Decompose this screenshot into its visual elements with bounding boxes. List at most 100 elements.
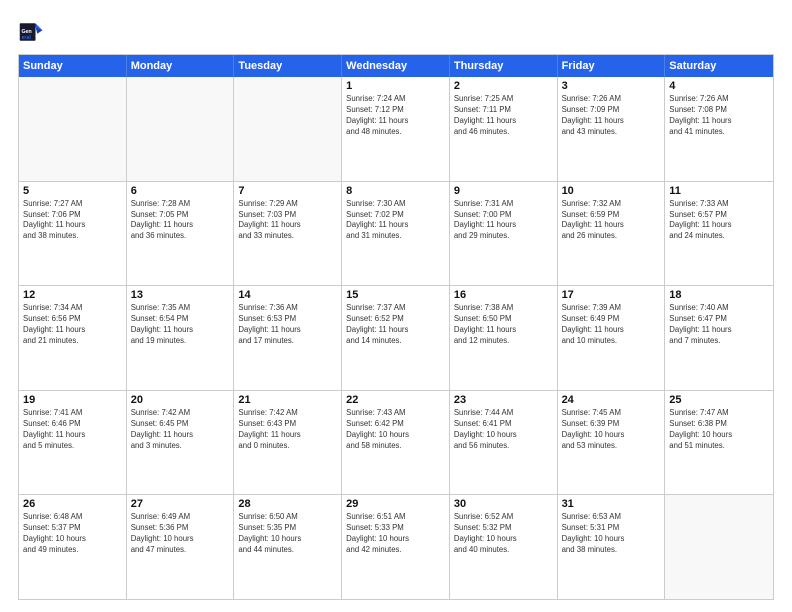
day-number: 2 bbox=[454, 80, 553, 92]
cal-cell: 21 Sunrise: 7:42 AM Sunset: 6:43 PM Dayli… bbox=[234, 391, 342, 495]
cal-cell: 17Sunrise: 7:39 AM Sunset: 6:49 PM Dayli… bbox=[558, 286, 666, 390]
cell-info: Sunrise: 7:29 AM Sunset: 7:03 PM Dayligh… bbox=[238, 199, 337, 243]
logo-icon: Gen eral bbox=[18, 18, 46, 46]
day-number: 24 bbox=[562, 394, 661, 406]
cal-cell: 25 Sunrise: 7:47 AM Sunset: 6:38 PM Dayli… bbox=[665, 391, 773, 495]
cell-info: Sunrise: 7:38 AM Sunset: 6:50 PM Dayligh… bbox=[454, 303, 553, 347]
header-day-tuesday: Tuesday bbox=[234, 55, 342, 77]
header-day-sunday: Sunday bbox=[19, 55, 127, 77]
cal-cell: 14 Sunrise: 7:36 AM Sunset: 6:53 PM Dayli… bbox=[234, 286, 342, 390]
cell-info: Sunrise: 6:50 AM Sunset: 5:35 PM Dayligh… bbox=[238, 512, 337, 556]
cal-cell: 16Sunrise: 7:38 AM Sunset: 6:50 PM Dayli… bbox=[450, 286, 558, 390]
day-number: 6 bbox=[131, 185, 230, 197]
logo: Gen eral bbox=[18, 18, 50, 46]
cell-info: Sunrise: 6:48 AM Sunset: 5:37 PM Dayligh… bbox=[23, 512, 122, 556]
cal-cell bbox=[127, 77, 235, 181]
cal-row-4: 19Sunrise: 7:41 AM Sunset: 6:46 PM Dayli… bbox=[19, 390, 773, 495]
cell-info: Sunrise: 7:43 AM Sunset: 6:42 PM Dayligh… bbox=[346, 408, 445, 452]
cal-cell: 13 Sunrise: 7:35 AM Sunset: 6:54 PM Dayli… bbox=[127, 286, 235, 390]
cal-cell: 8 Sunrise: 7:30 AM Sunset: 7:02 PM Daylig… bbox=[342, 182, 450, 286]
header-day-saturday: Saturday bbox=[665, 55, 773, 77]
cell-info: Sunrise: 7:45 AM Sunset: 6:39 PM Dayligh… bbox=[562, 408, 661, 452]
cal-row-1: 1 Sunrise: 7:24 AM Sunset: 7:12 PM Daylig… bbox=[19, 77, 773, 181]
header-day-monday: Monday bbox=[127, 55, 235, 77]
cell-info: Sunrise: 7:47 AM Sunset: 6:38 PM Dayligh… bbox=[669, 408, 769, 452]
cal-cell bbox=[19, 77, 127, 181]
cell-info: Sunrise: 7:31 AM Sunset: 7:00 PM Dayligh… bbox=[454, 199, 553, 243]
cal-cell: 11 Sunrise: 7:33 AM Sunset: 6:57 PM Dayli… bbox=[665, 182, 773, 286]
cal-cell: 2Sunrise: 7:25 AM Sunset: 7:11 PM Daylig… bbox=[450, 77, 558, 181]
cal-cell: 30Sunrise: 6:52 AM Sunset: 5:32 PM Dayli… bbox=[450, 495, 558, 599]
svg-text:eral: eral bbox=[22, 35, 32, 41]
cal-row-3: 12 Sunrise: 7:34 AM Sunset: 6:56 PM Dayli… bbox=[19, 285, 773, 390]
cal-cell: 29 Sunrise: 6:51 AM Sunset: 5:33 PM Dayli… bbox=[342, 495, 450, 599]
cal-cell: 15Sunrise: 7:37 AM Sunset: 6:52 PM Dayli… bbox=[342, 286, 450, 390]
cell-info: Sunrise: 6:53 AM Sunset: 5:31 PM Dayligh… bbox=[562, 512, 661, 556]
cal-cell: 28 Sunrise: 6:50 AM Sunset: 5:35 PM Dayli… bbox=[234, 495, 342, 599]
day-number: 17 bbox=[562, 289, 661, 301]
day-number: 15 bbox=[346, 289, 445, 301]
cal-cell: 7Sunrise: 7:29 AM Sunset: 7:03 PM Daylig… bbox=[234, 182, 342, 286]
header-day-thursday: Thursday bbox=[450, 55, 558, 77]
header: Gen eral bbox=[18, 18, 774, 46]
cell-info: Sunrise: 6:49 AM Sunset: 5:36 PM Dayligh… bbox=[131, 512, 230, 556]
cal-row-5: 26 Sunrise: 6:48 AM Sunset: 5:37 PM Dayli… bbox=[19, 494, 773, 599]
cell-info: Sunrise: 7:44 AM Sunset: 6:41 PM Dayligh… bbox=[454, 408, 553, 452]
day-number: 28 bbox=[238, 498, 337, 510]
page: Gen eral SundayMondayTuesdayWednesdayThu… bbox=[0, 0, 792, 612]
day-number: 10 bbox=[562, 185, 661, 197]
cell-info: Sunrise: 6:52 AM Sunset: 5:32 PM Dayligh… bbox=[454, 512, 553, 556]
cell-info: Sunrise: 7:36 AM Sunset: 6:53 PM Dayligh… bbox=[238, 303, 337, 347]
cell-info: Sunrise: 7:32 AM Sunset: 6:59 PM Dayligh… bbox=[562, 199, 661, 243]
cell-info: Sunrise: 7:34 AM Sunset: 6:56 PM Dayligh… bbox=[23, 303, 122, 347]
day-number: 31 bbox=[562, 498, 661, 510]
day-number: 11 bbox=[669, 185, 769, 197]
cal-cell: 26 Sunrise: 6:48 AM Sunset: 5:37 PM Dayli… bbox=[19, 495, 127, 599]
cal-cell: 3Sunrise: 7:26 AM Sunset: 7:09 PM Daylig… bbox=[558, 77, 666, 181]
cell-info: Sunrise: 7:42 AM Sunset: 6:43 PM Dayligh… bbox=[238, 408, 337, 452]
day-number: 8 bbox=[346, 185, 445, 197]
header-day-wednesday: Wednesday bbox=[342, 55, 450, 77]
cal-cell bbox=[234, 77, 342, 181]
calendar-body: 1 Sunrise: 7:24 AM Sunset: 7:12 PM Daylig… bbox=[19, 77, 773, 599]
cell-info: Sunrise: 7:26 AM Sunset: 7:09 PM Dayligh… bbox=[562, 94, 661, 138]
cell-info: Sunrise: 7:42 AM Sunset: 6:45 PM Dayligh… bbox=[131, 408, 230, 452]
cell-info: Sunrise: 7:30 AM Sunset: 7:02 PM Dayligh… bbox=[346, 199, 445, 243]
svg-text:Gen: Gen bbox=[22, 29, 32, 35]
cal-row-2: 5Sunrise: 7:27 AM Sunset: 7:06 PM Daylig… bbox=[19, 181, 773, 286]
day-number: 21 bbox=[238, 394, 337, 406]
cell-info: Sunrise: 7:24 AM Sunset: 7:12 PM Dayligh… bbox=[346, 94, 445, 138]
cell-info: Sunrise: 7:40 AM Sunset: 6:47 PM Dayligh… bbox=[669, 303, 769, 347]
cal-cell: 6 Sunrise: 7:28 AM Sunset: 7:05 PM Daylig… bbox=[127, 182, 235, 286]
cal-cell: 5Sunrise: 7:27 AM Sunset: 7:06 PM Daylig… bbox=[19, 182, 127, 286]
calendar-header: SundayMondayTuesdayWednesdayThursdayFrid… bbox=[19, 55, 773, 77]
cal-cell bbox=[665, 495, 773, 599]
day-number: 18 bbox=[669, 289, 769, 301]
day-number: 12 bbox=[23, 289, 122, 301]
day-number: 29 bbox=[346, 498, 445, 510]
cal-cell: 18 Sunrise: 7:40 AM Sunset: 6:47 PM Dayli… bbox=[665, 286, 773, 390]
day-number: 1 bbox=[346, 80, 445, 92]
day-number: 22 bbox=[346, 394, 445, 406]
cal-cell: 20 Sunrise: 7:42 AM Sunset: 6:45 PM Dayli… bbox=[127, 391, 235, 495]
cell-info: Sunrise: 6:51 AM Sunset: 5:33 PM Dayligh… bbox=[346, 512, 445, 556]
cell-info: Sunrise: 7:33 AM Sunset: 6:57 PM Dayligh… bbox=[669, 199, 769, 243]
day-number: 25 bbox=[669, 394, 769, 406]
day-number: 13 bbox=[131, 289, 230, 301]
cal-cell: 4Sunrise: 7:26 AM Sunset: 7:08 PM Daylig… bbox=[665, 77, 773, 181]
calendar: SundayMondayTuesdayWednesdayThursdayFrid… bbox=[18, 54, 774, 600]
day-number: 27 bbox=[131, 498, 230, 510]
day-number: 5 bbox=[23, 185, 122, 197]
day-number: 26 bbox=[23, 498, 122, 510]
cell-info: Sunrise: 7:35 AM Sunset: 6:54 PM Dayligh… bbox=[131, 303, 230, 347]
day-number: 14 bbox=[238, 289, 337, 301]
day-number: 20 bbox=[131, 394, 230, 406]
cal-cell: 27 Sunrise: 6:49 AM Sunset: 5:36 PM Dayli… bbox=[127, 495, 235, 599]
cal-cell: 1 Sunrise: 7:24 AM Sunset: 7:12 PM Daylig… bbox=[342, 77, 450, 181]
cal-cell: 19Sunrise: 7:41 AM Sunset: 6:46 PM Dayli… bbox=[19, 391, 127, 495]
cal-cell: 9Sunrise: 7:31 AM Sunset: 7:00 PM Daylig… bbox=[450, 182, 558, 286]
cell-info: Sunrise: 7:28 AM Sunset: 7:05 PM Dayligh… bbox=[131, 199, 230, 243]
day-number: 4 bbox=[669, 80, 769, 92]
cal-cell: 31 Sunrise: 6:53 AM Sunset: 5:31 PM Dayli… bbox=[558, 495, 666, 599]
day-number: 23 bbox=[454, 394, 553, 406]
